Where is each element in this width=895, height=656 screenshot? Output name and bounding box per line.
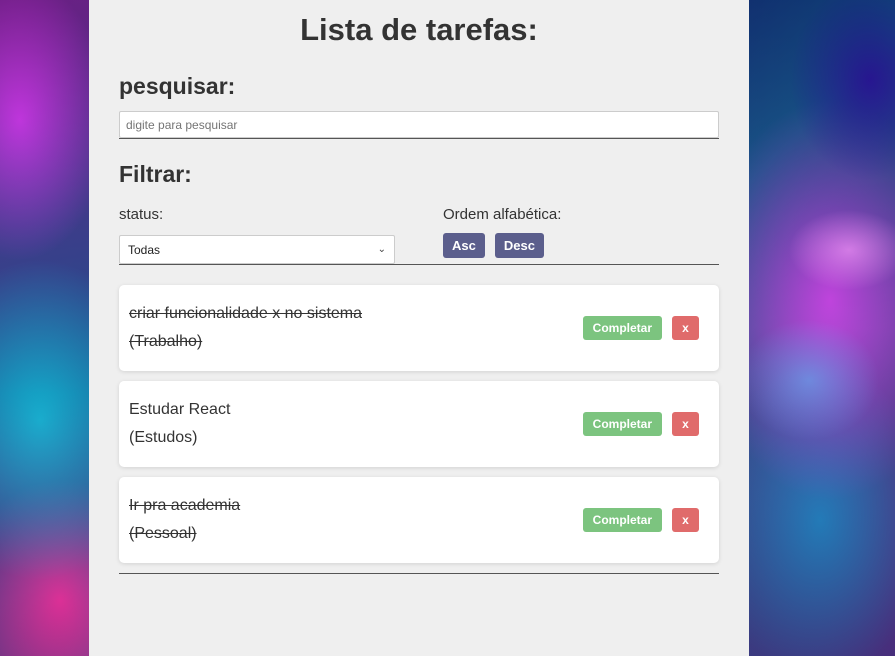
status-selected-value: Todas bbox=[128, 242, 161, 257]
todo-category: (Estudos) bbox=[129, 429, 198, 446]
status-filter: status: Todas ⌄ bbox=[119, 206, 443, 264]
todo-list: criar funcionalidade x no sistema (Traba… bbox=[119, 285, 719, 563]
sort-buttons: Asc Desc bbox=[443, 233, 719, 258]
todo-category: (Trabalho) bbox=[129, 333, 203, 350]
background-image-left bbox=[0, 0, 89, 656]
complete-button[interactable]: Completar bbox=[582, 316, 662, 340]
divider bbox=[119, 573, 719, 574]
todo-text: Estudar React bbox=[129, 401, 231, 418]
chevron-down-icon: ⌄ bbox=[377, 244, 386, 255]
divider bbox=[119, 138, 719, 139]
sort-asc-button[interactable]: Asc bbox=[443, 233, 485, 258]
status-select[interactable]: Todas ⌄ bbox=[119, 235, 395, 264]
divider bbox=[119, 264, 719, 265]
todo-content: Ir pra academia (Pessoal) bbox=[129, 492, 240, 548]
sort-desc-button[interactable]: Desc bbox=[494, 233, 544, 258]
order-label: Ordem alfabética: bbox=[443, 206, 562, 223]
todo-item: criar funcionalidade x no sistema (Traba… bbox=[119, 285, 719, 371]
todo-actions: Completar x bbox=[582, 412, 699, 436]
todo-actions: Completar x bbox=[582, 316, 699, 340]
remove-button[interactable]: x bbox=[672, 412, 699, 436]
order-filter: Ordem alfabética: Asc Desc bbox=[443, 206, 719, 264]
complete-button[interactable]: Completar bbox=[582, 508, 662, 532]
search-heading: pesquisar: bbox=[119, 73, 236, 99]
filter-heading: Filtrar: bbox=[119, 161, 192, 187]
todo-item: Estudar React (Estudos) Completar x bbox=[119, 381, 719, 467]
todo-app-panel: Lista de tarefas: pesquisar: Filtrar: st… bbox=[89, 0, 749, 656]
todo-category: (Pessoal) bbox=[129, 525, 197, 542]
todo-content: criar funcionalidade x no sistema (Traba… bbox=[129, 300, 362, 356]
todo-text: criar funcionalidade x no sistema bbox=[129, 305, 363, 322]
complete-button[interactable]: Completar bbox=[582, 412, 662, 436]
remove-button[interactable]: x bbox=[672, 508, 699, 532]
filter-row: status: Todas ⌄ Ordem alfabética: Asc De… bbox=[119, 206, 719, 264]
todo-text: Ir pra academia bbox=[129, 497, 241, 514]
todo-content: Estudar React (Estudos) bbox=[129, 396, 230, 452]
search-input[interactable] bbox=[119, 111, 719, 138]
todo-actions: Completar x bbox=[582, 508, 699, 532]
status-label: status: bbox=[119, 206, 164, 223]
todo-item: Ir pra academia (Pessoal) Completar x bbox=[119, 477, 719, 563]
background-image-right bbox=[749, 0, 895, 656]
remove-button[interactable]: x bbox=[672, 316, 699, 340]
page-title: Lista de tarefas: bbox=[300, 12, 538, 47]
